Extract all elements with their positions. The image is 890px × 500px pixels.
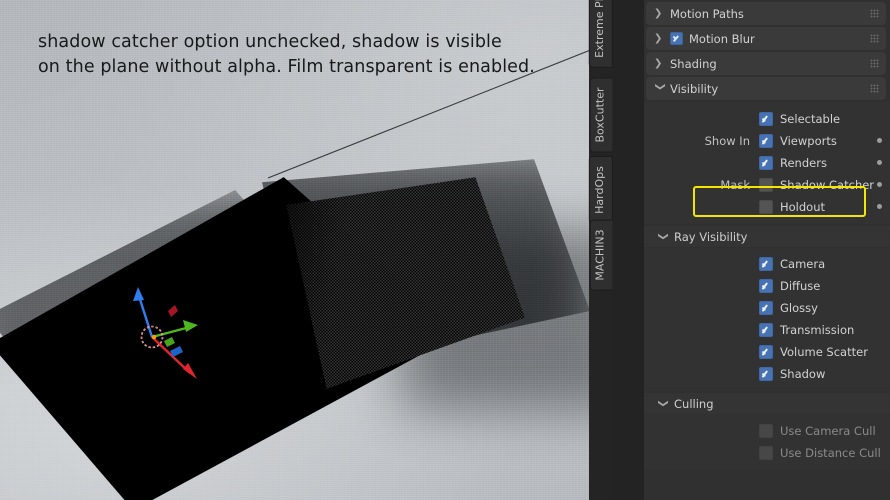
- property-row: Renders: [644, 152, 890, 174]
- animate-decorator-icon[interactable]: [877, 138, 882, 143]
- panel-header-label: Visibility: [670, 81, 719, 96]
- subpanel-header-ray-visibility[interactable]: ❯ Ray Visibility: [644, 226, 890, 247]
- checkbox-camera[interactable]: [759, 257, 773, 271]
- sidebar-tab-machin3[interactable]: MACHIN3: [589, 219, 614, 291]
- checkbox-label: Transmission: [780, 323, 855, 337]
- checkbox-label: Shadow: [780, 367, 826, 381]
- annotation-text: shadow catcher option unchecked, shadow …: [38, 30, 538, 80]
- panel-header-shading[interactable]: ❯ Shading: [646, 52, 886, 75]
- property-row: Holdout: [644, 196, 890, 218]
- panel-header-motion-blur[interactable]: ❯ Motion Blur: [646, 27, 886, 50]
- checkbox-label: Volume Scatter: [780, 345, 868, 359]
- sidebar-tab-hardops[interactable]: HardOps: [588, 156, 613, 224]
- panel-enable-checkbox[interactable]: [670, 32, 683, 45]
- chevron-down-icon: ❯: [657, 399, 669, 408]
- culling-body: Use Camera Cull Use Distance Cull: [644, 415, 890, 470]
- ray-visibility-body: Camera Diffuse Glossy Transmission Volume Sc…: [644, 248, 890, 391]
- checkbox-shadow-catcher[interactable]: [759, 178, 773, 192]
- checkbox-label: Viewports: [780, 134, 837, 148]
- panel-grip-icon[interactable]: [870, 9, 879, 18]
- annotation-line-1: shadow catcher option unchecked, shadow …: [38, 32, 502, 52]
- row-label: Show In: [704, 134, 750, 148]
- checkbox-label: Selectable: [780, 112, 841, 126]
- subpanel-label: Ray Visibility: [674, 229, 748, 244]
- checkbox-label: Renders: [780, 156, 827, 170]
- property-row: Camera: [644, 253, 890, 275]
- property-row: Volume Scatter: [644, 341, 890, 363]
- checkbox-use-camera-cull[interactable]: [759, 424, 773, 438]
- checkbox-transmission[interactable]: [759, 323, 773, 337]
- property-row: Selectable: [644, 108, 890, 130]
- panel-grip-icon[interactable]: [870, 34, 879, 43]
- checkbox-use-distance-cull[interactable]: [759, 446, 773, 460]
- panel-grip-icon[interactable]: [870, 59, 879, 68]
- panel-header-label: Shading: [670, 56, 717, 71]
- property-row: Transmission: [644, 319, 890, 341]
- annotation-line-2: on the plane without alpha. Film transpa…: [38, 57, 535, 77]
- animate-decorator-icon[interactable]: [877, 182, 882, 187]
- panel-header-label: Motion Paths: [670, 6, 744, 21]
- panel-header-visibility[interactable]: ❯ Visibility: [646, 77, 886, 100]
- property-row: Use Distance Cull: [644, 442, 890, 464]
- properties-tab-gutter[interactable]: [613, 0, 644, 500]
- properties-content[interactable]: ❯ Motion Paths ❯ Motion Blur ❯ Shading ❯ Visibi…: [644, 0, 890, 500]
- checkbox-label: Diffuse: [780, 279, 821, 293]
- 3d-viewport[interactable]: shadow catcher option unchecked, shadow …: [0, 0, 613, 500]
- checkbox-renders[interactable]: [759, 156, 773, 170]
- sidebar-tab-extreme-pbr[interactable]: Extreme PBR: [588, 0, 613, 68]
- checkbox-glossy[interactable]: [759, 301, 773, 315]
- animate-decorator-icon[interactable]: [877, 204, 882, 209]
- chevron-down-icon: ❯: [654, 82, 666, 91]
- chevron-right-icon: ❯: [654, 58, 663, 69]
- checkbox-label: Use Camera Cull: [780, 424, 876, 438]
- visibility-panel-body: Selectable Show In Viewports Renders Mask Sha…: [644, 102, 890, 224]
- checkbox-holdout[interactable]: [759, 200, 773, 214]
- blender-window: shadow catcher option unchecked, shadow …: [0, 0, 890, 500]
- checkbox-label: Use Distance Cull: [780, 446, 881, 460]
- sidebar-tab-strip[interactable]: Extreme PBR BoxCutter HardOps MACHIN3: [588, 0, 614, 500]
- panel-header-motion-paths[interactable]: ❯ Motion Paths: [646, 2, 886, 25]
- sidebar-tab-boxcutter[interactable]: BoxCutter: [589, 77, 614, 153]
- checkbox-diffuse[interactable]: [759, 279, 773, 293]
- panel-grip-icon[interactable]: [870, 84, 879, 93]
- checkbox-label: Camera: [780, 257, 826, 271]
- checkbox-label: Holdout: [780, 200, 826, 214]
- chevron-right-icon: ❯: [654, 8, 663, 19]
- subpanel-label: Culling: [674, 396, 714, 411]
- checkbox-viewports[interactable]: [759, 134, 773, 148]
- row-label: Mask: [720, 178, 750, 192]
- property-row: Use Camera Cull: [644, 420, 890, 442]
- property-row: Shadow: [644, 363, 890, 385]
- property-row: Diffuse: [644, 275, 890, 297]
- property-row: Glossy: [644, 297, 890, 319]
- chevron-down-icon: ❯: [657, 232, 669, 241]
- checkbox-label: Glossy: [780, 301, 818, 315]
- checkbox-shadow[interactable]: [759, 367, 773, 381]
- chevron-right-icon: ❯: [654, 33, 663, 44]
- checkbox-selectable[interactable]: [759, 112, 773, 126]
- checkbox-volume-scatter[interactable]: [759, 345, 773, 359]
- property-row: Show In Viewports: [644, 130, 890, 152]
- checkbox-label: Shadow Catcher: [780, 178, 875, 192]
- subpanel-header-culling[interactable]: ❯ Culling: [644, 393, 890, 414]
- panel-header-label: Motion Blur: [689, 31, 755, 46]
- property-row: Mask Shadow Catcher: [644, 174, 890, 196]
- animate-decorator-icon[interactable]: [877, 160, 882, 165]
- properties-editor[interactable]: ❯ Motion Paths ❯ Motion Blur ❯ Shading ❯ Visibi…: [613, 0, 890, 500]
